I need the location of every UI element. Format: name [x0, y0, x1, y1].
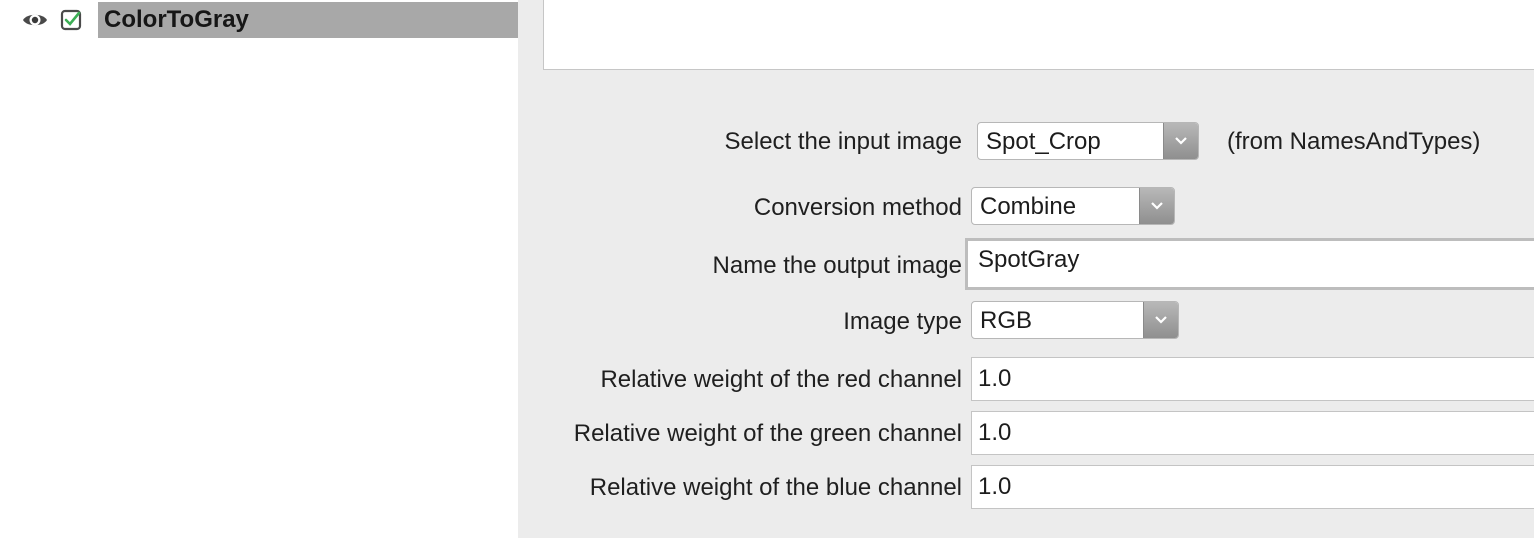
eye-icon[interactable]: [22, 10, 48, 30]
settings-panel: Select the input image Spot_Crop (from N…: [518, 0, 1534, 538]
check-icon[interactable]: [60, 9, 82, 31]
conversion-method-value: Combine: [980, 193, 1077, 220]
image-type-value: RGB: [980, 307, 1033, 334]
conversion-method-select[interactable]: Combine: [971, 187, 1175, 225]
image-type-select[interactable]: RGB: [971, 301, 1179, 339]
output-image-field[interactable]: SpotGray: [965, 238, 1534, 290]
chevron-down-icon[interactable]: [1163, 123, 1198, 159]
red-weight-field[interactable]: 1.0: [971, 357, 1534, 401]
input-image-select[interactable]: Spot_Crop: [977, 122, 1199, 160]
red-weight-label: Relative weight of the red channel: [600, 366, 962, 393]
input-image-value: Spot_Crop: [986, 128, 1101, 155]
chevron-down-icon[interactable]: [1139, 188, 1174, 224]
output-image-label: Name the output image: [712, 252, 962, 279]
chevron-down-icon[interactable]: [1143, 302, 1178, 338]
input-image-source-hint: (from NamesAndTypes): [1227, 128, 1481, 155]
green-weight-label: Relative weight of the green channel: [573, 420, 962, 447]
module-row-colortogray[interactable]: ColorToGray: [0, 2, 518, 38]
blue-weight-label: Relative weight of the blue channel: [589, 474, 962, 501]
conversion-method-label: Conversion method: [753, 194, 962, 221]
image-type-label: Image type: [843, 308, 962, 335]
blue-weight-field[interactable]: 1.0: [971, 465, 1534, 509]
module-help-box: [543, 0, 1534, 70]
green-weight-field[interactable]: 1.0: [971, 411, 1534, 455]
input-image-label: Select the input image: [724, 128, 962, 155]
pipeline-panel: ColorToGray: [0, 0, 518, 538]
module-name[interactable]: ColorToGray: [98, 2, 518, 38]
